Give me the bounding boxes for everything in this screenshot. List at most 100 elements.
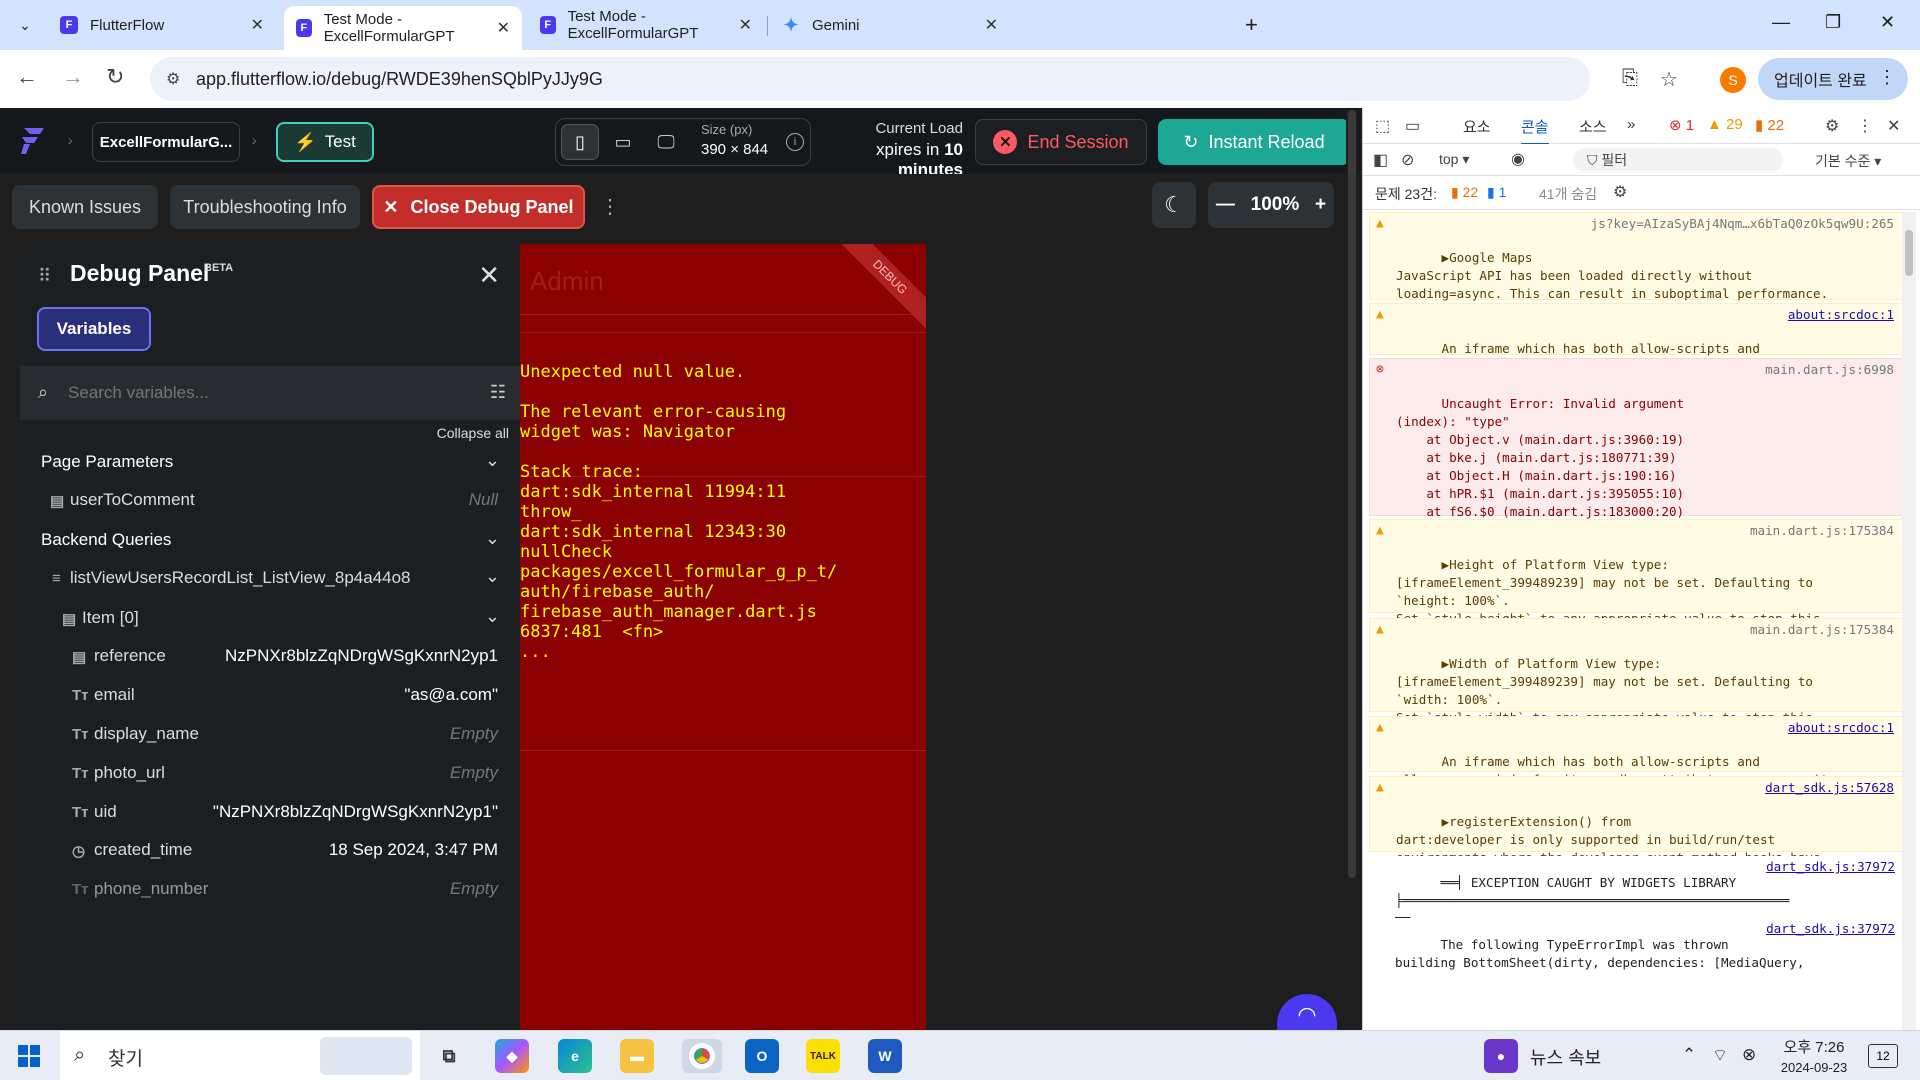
issues-info-badge[interactable]: ▮ 1 bbox=[1487, 184, 1506, 201]
tablet-device-icon[interactable]: ▭ bbox=[604, 124, 642, 160]
console-error[interactable]: ⊗ Uncaught Error: Invalid argument (inde… bbox=[1369, 358, 1903, 573]
backend-queries-header[interactable]: Backend Queries bbox=[41, 530, 171, 550]
file-explorer-icon[interactable]: ▬ bbox=[620, 1039, 654, 1073]
url-text[interactable]: app.flutterflow.io/debug/RWDE39henSQblPy… bbox=[196, 69, 603, 90]
notification-center-icon[interactable]: 12 bbox=[1868, 1044, 1898, 1068]
taskbar-search-box[interactable]: ⌕ 찾기 bbox=[60, 1031, 420, 1080]
filter-icon[interactable]: ☷ bbox=[490, 382, 506, 403]
project-name-button[interactable]: ExcellFormularG... bbox=[92, 122, 240, 162]
issues-warning-badge[interactable]: ▮ 22 bbox=[1451, 184, 1478, 201]
field-row[interactable]: ▤ reference NzPNXr8blzZqNDrgWSgKxnrN2yp1 bbox=[20, 638, 520, 678]
close-devtools-icon[interactable]: ✕ bbox=[1887, 116, 1900, 136]
test-mode-button[interactable]: ⚡ Test bbox=[276, 122, 374, 162]
news-label[interactable]: 뉴스 속보 bbox=[1530, 1044, 1601, 1070]
bookmark-star-icon[interactable]: ☆ bbox=[1660, 67, 1678, 92]
console-warning[interactable]: ▲ ▶Google Maps JavaScript API has been l… bbox=[1369, 212, 1903, 337]
browser-tab-test-mode-active[interactable]: F Test Mode - ExcellFormularGPT ✕ bbox=[284, 6, 522, 50]
install-app-icon[interactable]: ⎘ bbox=[1622, 67, 1638, 90]
address-bar[interactable]: ⚙ app.flutterflow.io/debug/RWDE39henSQbl… bbox=[150, 57, 1678, 101]
console-filter-input[interactable]: ⛉ 필터 bbox=[1573, 148, 1783, 172]
more-tabs-icon[interactable]: » bbox=[1627, 116, 1635, 133]
troubleshooting-info-button[interactable]: Troubleshooting Info bbox=[170, 185, 360, 229]
zoom-out-icon[interactable]: — bbox=[1216, 194, 1235, 216]
close-tab-icon[interactable]: ✕ bbox=[985, 15, 998, 35]
scroll-thumb[interactable] bbox=[1348, 110, 1356, 878]
back-arrow-icon[interactable]: ← bbox=[16, 64, 38, 90]
new-tab-icon[interactable]: + bbox=[1245, 12, 1258, 38]
more-options-icon[interactable]: ⋮ bbox=[1857, 116, 1873, 136]
edge-browser-icon[interactable]: e bbox=[558, 1039, 592, 1073]
search-variables-input[interactable] bbox=[68, 376, 468, 410]
console-warning[interactable]: ▲ ▶Height of Platform View type: [iframe… bbox=[1369, 519, 1903, 644]
console-warning[interactable]: ▲ ▶Width of Platform View type: [iframeE… bbox=[1369, 618, 1903, 743]
browser-tab-test-mode[interactable]: F Test Mode - ExcellFormularGPT ✕ bbox=[528, 6, 764, 44]
end-session-button[interactable]: ✕ End Session bbox=[975, 119, 1147, 165]
browser-menu-icon[interactable]: ⋮ bbox=[1878, 67, 1896, 88]
log-source[interactable]: main.dart.js:6998 bbox=[1765, 361, 1894, 379]
wifi-icon[interactable]: ⌔ bbox=[1712, 1045, 1728, 1066]
more-options-icon[interactable]: ⋮ bbox=[600, 194, 620, 219]
close-panel-icon[interactable]: ✕ bbox=[478, 260, 500, 291]
console-warning[interactable]: ▲ ▶registerExtension() from dart:develop… bbox=[1369, 776, 1903, 883]
copilot-icon[interactable]: ◆ bbox=[495, 1039, 529, 1073]
variable-row[interactable]: ▤ userToComment Null bbox=[20, 482, 520, 522]
variables-tab[interactable]: Variables bbox=[37, 307, 151, 351]
close-tab-icon[interactable]: ✕ bbox=[739, 15, 752, 35]
console-warning[interactable]: ▲ An iframe which has both allow-scripts… bbox=[1369, 303, 1903, 392]
outlook-icon[interactable]: O bbox=[745, 1039, 779, 1073]
chevron-down-icon[interactable]: ⌄ bbox=[485, 566, 500, 587]
console-warning[interactable]: ▲ An iframe which has both allow-scripts… bbox=[1369, 716, 1903, 805]
field-row[interactable]: Tт phone_number Empty bbox=[20, 871, 520, 911]
tab-sources[interactable]: 소스 bbox=[1579, 116, 1607, 137]
device-toolbar-icon[interactable]: ▭ bbox=[1405, 116, 1420, 136]
flutterflow-logo-icon[interactable] bbox=[18, 124, 48, 158]
settings-gear-icon[interactable]: ⚙ bbox=[1825, 116, 1839, 136]
dark-mode-toggle[interactable]: ☾ bbox=[1152, 182, 1196, 228]
console-scrollbar[interactable] bbox=[1902, 212, 1916, 1030]
window-close-icon[interactable]: ✕ bbox=[1880, 12, 1895, 33]
tab-search-button[interactable]: ⌄ bbox=[10, 10, 40, 40]
instant-reload-button[interactable]: ↻ Instant Reload bbox=[1158, 119, 1350, 165]
field-row[interactable]: Tт email "as@a.com" bbox=[20, 677, 520, 717]
scroll-thumb[interactable] bbox=[1905, 230, 1913, 276]
chevron-down-icon[interactable]: ⌄ bbox=[485, 450, 500, 471]
chevron-down-icon[interactable]: ⌄ bbox=[485, 528, 500, 549]
field-row[interactable]: Tт photo_url Empty bbox=[20, 755, 520, 795]
log-source[interactable]: about:srcdoc:1 bbox=[1788, 306, 1894, 324]
error-count-badge[interactable]: ⊗ 1 bbox=[1669, 116, 1694, 134]
page-parameters-header[interactable]: Page Parameters bbox=[41, 452, 173, 472]
reload-icon[interactable]: ↻ bbox=[106, 64, 124, 90]
log-source[interactable]: main.dart.js:175384 bbox=[1750, 621, 1894, 639]
restore-icon[interactable]: ❐ bbox=[1825, 12, 1841, 33]
field-row[interactable]: Tт display_name Empty bbox=[20, 716, 520, 756]
log-source[interactable]: about:srcdoc:1 bbox=[1788, 719, 1894, 737]
known-issues-button[interactable]: Known Issues bbox=[12, 185, 158, 229]
context-selector[interactable]: top ▾ bbox=[1439, 151, 1469, 168]
forward-arrow-icon[interactable]: → bbox=[62, 64, 84, 90]
warning-count-badge[interactable]: ▲ 29 bbox=[1707, 116, 1743, 133]
collapse-all-button[interactable]: Collapse all bbox=[437, 425, 509, 441]
phone-device-icon[interactable]: ▯ bbox=[561, 124, 599, 160]
item-row[interactable]: ▤ Item [0] ⌄ bbox=[20, 600, 520, 640]
volume-muted-icon[interactable]: ⊗ bbox=[1742, 1045, 1756, 1065]
field-row[interactable]: ◷ created_time 18 Sep 2024, 3:47 PM bbox=[20, 832, 520, 872]
eye-icon[interactable]: ◉ bbox=[1511, 149, 1525, 169]
sidebar-toggle-icon[interactable]: ◧ bbox=[1373, 150, 1388, 170]
profile-avatar[interactable]: S bbox=[1720, 67, 1746, 93]
log-source[interactable]: js?key=AIzaSyBAj4Nqm…x6bTaQ0zOk5qw9U:265 bbox=[1591, 215, 1894, 233]
close-debug-panel-button[interactable]: ✕ Close Debug Panel bbox=[372, 185, 585, 229]
news-widget-icon[interactable]: ● bbox=[1484, 1039, 1518, 1073]
site-info-icon[interactable]: ⚙ bbox=[166, 69, 180, 89]
task-view-icon[interactable]: ⧉ bbox=[432, 1039, 466, 1073]
log-source[interactable]: main.dart.js:175384 bbox=[1750, 522, 1894, 540]
query-row[interactable]: ≡ listViewUsersRecordList_ListView_8p4a4… bbox=[20, 560, 520, 600]
info-count-badge[interactable]: ▮ 22 bbox=[1755, 116, 1784, 134]
log-levels-dropdown[interactable]: 기본 수준 ▾ bbox=[1815, 151, 1881, 171]
log-source[interactable]: dart_sdk.js:57628 bbox=[1765, 779, 1894, 797]
chat-support-icon[interactable]: ◠ bbox=[1277, 994, 1337, 1034]
app-preview[interactable]: Admin DEBUG Unexpected null value. The r… bbox=[520, 244, 926, 1030]
console-settings-icon[interactable]: ⚙ bbox=[1613, 182, 1627, 202]
chrome-icon[interactable] bbox=[682, 1039, 722, 1073]
zoom-in-icon[interactable]: + bbox=[1315, 194, 1326, 216]
browser-tab-gemini[interactable]: ✦ Gemini ✕ bbox=[770, 6, 1010, 44]
